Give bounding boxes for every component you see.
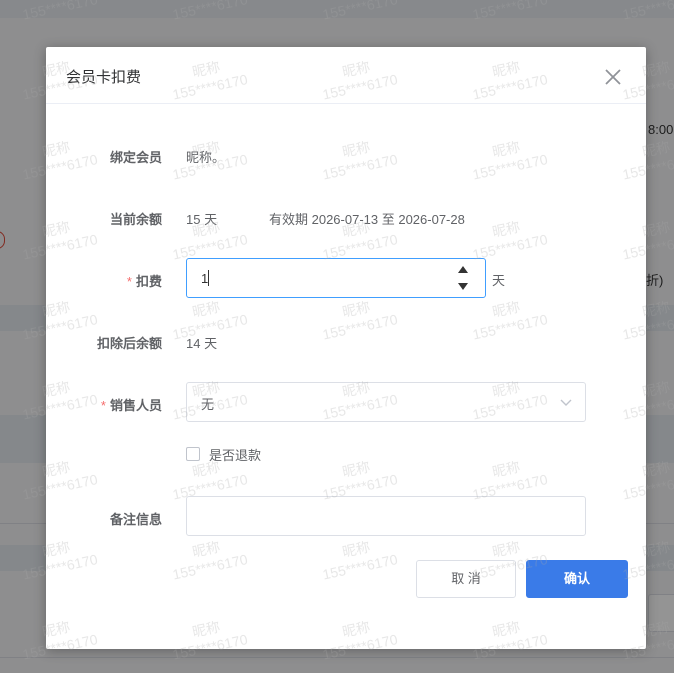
balance-label: 当前余额 (109, 212, 162, 227)
remark-label: 备注信息 (109, 512, 162, 527)
deduct-dialog: 会员卡扣费 绑定会员 昵称。 当前余额 15 天 有效期 2026-07-13 … (46, 47, 646, 649)
refund-checkbox-label[interactable]: 是否退款 (209, 445, 261, 464)
member-label: 绑定会员 (109, 150, 162, 165)
sales-label: * 销售人员 (100, 398, 162, 413)
close-button[interactable] (602, 66, 624, 88)
deduct-input[interactable] (201, 268, 451, 288)
stepper-down-button[interactable] (455, 279, 471, 294)
sales-select-value: 无 (201, 397, 215, 412)
cancel-button[interactable]: 取 消 (416, 560, 516, 598)
deduct-unit: 天 (492, 273, 506, 288)
required-mark: * (126, 274, 132, 289)
chevron-down-icon (560, 399, 572, 406)
required-mark: * (100, 398, 106, 413)
remark-input[interactable] (197, 506, 567, 526)
confirm-button[interactable]: 确认 (526, 560, 628, 598)
member-value: 昵称。 (186, 150, 226, 165)
triangle-down-icon (458, 283, 468, 290)
dialog-title: 会员卡扣费 (66, 69, 142, 86)
sales-select[interactable]: 无 (186, 382, 586, 422)
deduct-label: * 扣费 (126, 274, 162, 289)
triangle-up-icon (458, 266, 468, 273)
quantity-stepper[interactable] (455, 262, 471, 294)
refund-checkbox[interactable] (186, 447, 200, 461)
remaining-value: 14 天 (186, 336, 218, 351)
text-caret (208, 270, 209, 286)
deduct-number-input[interactable] (186, 258, 486, 298)
balance-value: 15 天 (186, 212, 218, 227)
close-icon (605, 69, 621, 85)
remark-field[interactable] (186, 496, 586, 536)
validity-text: 有效期 2026-07-13 至 2026-07-28 (269, 212, 465, 227)
remaining-label: 扣除后余额 (96, 336, 162, 351)
dialog-header: 会员卡扣费 (46, 47, 646, 104)
stepper-up-button[interactable] (455, 262, 471, 277)
